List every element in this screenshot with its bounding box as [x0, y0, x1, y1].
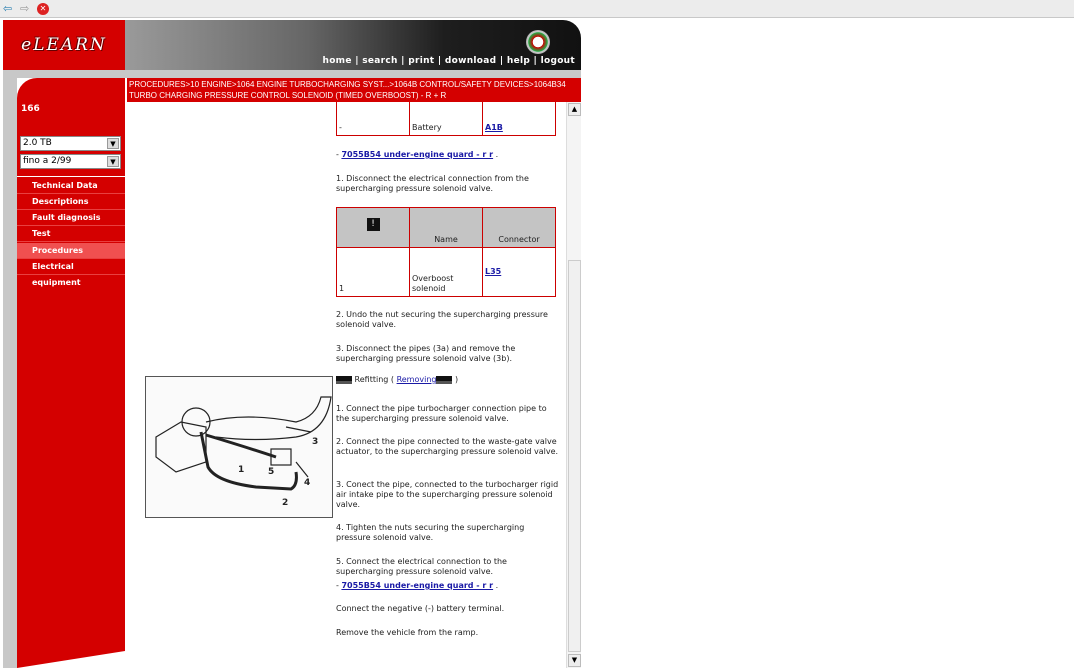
scrollbar-thumb[interactable] — [568, 260, 581, 652]
step-text: Connect the negative (-) battery termina… — [336, 604, 505, 613]
forward-icon[interactable]: ⇨ — [20, 2, 29, 16]
figure-label: 3 — [312, 437, 318, 447]
breadcrumb-corner — [17, 78, 125, 102]
content-pane: - Battery A1B - 7055B54 under-engine qua… — [125, 102, 566, 668]
header: home | search | print | download | help … — [125, 20, 581, 70]
model-label: 166 — [21, 104, 40, 114]
table-cell: ! — [336, 207, 410, 248]
logo-text: eLEARN — [21, 35, 107, 55]
table-cell: - — [336, 102, 410, 136]
table-cell: L35 — [482, 247, 556, 297]
connector-link[interactable]: L35 — [485, 267, 501, 276]
step-text: Remove the vehicle from the ramp. — [336, 628, 479, 637]
figure-label: 1 — [238, 465, 244, 475]
sidebar-item-test[interactable]: Test — [17, 226, 125, 242]
step-text: 1. Disconnect the electrical connection … — [336, 174, 529, 193]
table-cell: Battery — [409, 102, 483, 136]
logo: eLEARN — [3, 20, 125, 70]
table-header: Name — [409, 207, 483, 248]
engine-select[interactable]: 2.0 TB ▼ — [20, 136, 121, 151]
step-text: 2. Connect the pipe connected to the was… — [336, 437, 559, 456]
divider — [17, 176, 125, 177]
engine-value: 2.0 TB — [23, 138, 52, 148]
sidebar-item-procedures[interactable]: Procedures — [17, 243, 125, 259]
step-text: 5. Connect the electrical connection to … — [336, 557, 507, 576]
sidebar-item-technical-data[interactable]: Technical Data — [17, 178, 125, 194]
figure-label: 5 — [268, 467, 274, 477]
connector-table-battery: - Battery A1B — [336, 102, 556, 136]
nav-home[interactable]: home — [322, 56, 351, 66]
nav-print[interactable]: print — [408, 56, 434, 66]
step-text: 3. Conect the pipe, connected to the tur… — [336, 480, 559, 509]
chevron-down-icon: ▼ — [107, 156, 119, 167]
under-engine-guard-link[interactable]: 7055B54 under-engine quard - r r — [341, 581, 493, 590]
table-cell: Overboost solenoid — [409, 247, 483, 297]
step-text: 3. Disconnect the pipes (3a) and remove … — [336, 344, 516, 363]
step-text: 4. Tighten the nuts securing the superch… — [336, 523, 525, 542]
paren: ) — [455, 375, 459, 384]
sidebar-item-descriptions[interactable]: Descriptions — [17, 194, 125, 210]
nav-download[interactable]: download — [445, 56, 497, 66]
nav-help[interactable]: help — [507, 56, 530, 66]
sidebar: 166 2.0 TB ▼ fino a 2/99 ▼ Technical Data … — [17, 102, 125, 668]
chevron-down-icon: ▼ — [107, 138, 119, 149]
electrical-icon: ! — [366, 218, 380, 231]
connector-table: ! Name Connector 1 Overboost solenoid L3… — [336, 207, 556, 297]
connector-link[interactable]: A1B — [485, 123, 503, 132]
browser-toolbar: ⇦ ⇨ ✕ — [0, 0, 1074, 18]
solenoid-diagram: 1 2 3 4 5 — [145, 376, 333, 518]
sidebar-item-electrical-equipment[interactable]: Electrical equipment — [17, 259, 125, 287]
step-text: 1. Connect the pipe turbocharger connect… — [336, 404, 547, 423]
nav-search[interactable]: search — [362, 56, 398, 66]
removing-link[interactable]: Removing — [397, 375, 437, 384]
figure-label: 4 — [304, 478, 310, 488]
top-nav: home | search | print | download | help … — [322, 56, 575, 66]
alfa-romeo-badge-icon — [526, 30, 550, 54]
divider — [3, 78, 17, 668]
refitting-icon — [336, 372, 352, 384]
removing-icon — [436, 372, 453, 384]
nav-logout[interactable]: logout — [541, 56, 575, 66]
refitting-label: Refitting ( — [354, 375, 395, 384]
scroll-down-icon[interactable]: ▼ — [568, 654, 581, 667]
scrollbar[interactable]: ▲ ▼ — [566, 102, 581, 668]
breadcrumb: PROCEDURES>10 ENGINE>1064 ENGINE TURBOCH… — [127, 78, 581, 102]
step-text: 2. Undo the nut securing the superchargi… — [336, 310, 548, 329]
diagram-drawing: 1 2 3 4 5 — [155, 396, 332, 508]
table-header: Connector — [482, 207, 556, 248]
table-cell: A1B — [482, 102, 556, 136]
scroll-up-icon[interactable]: ▲ — [568, 103, 581, 116]
sidebar-item-fault-diagnosis[interactable]: Fault diagnosis — [17, 210, 125, 226]
stop-icon[interactable]: ✕ — [37, 3, 49, 15]
date-value: fino a 2/99 — [23, 156, 72, 166]
under-engine-guard-link[interactable]: 7055B54 under-engine quard - r r — [341, 150, 493, 159]
divider — [3, 70, 581, 78]
back-icon[interactable]: ⇦ — [3, 2, 12, 16]
date-select[interactable]: fino a 2/99 ▼ — [20, 154, 121, 169]
table-cell: 1 — [336, 247, 410, 297]
figure-label: 2 — [282, 498, 288, 508]
